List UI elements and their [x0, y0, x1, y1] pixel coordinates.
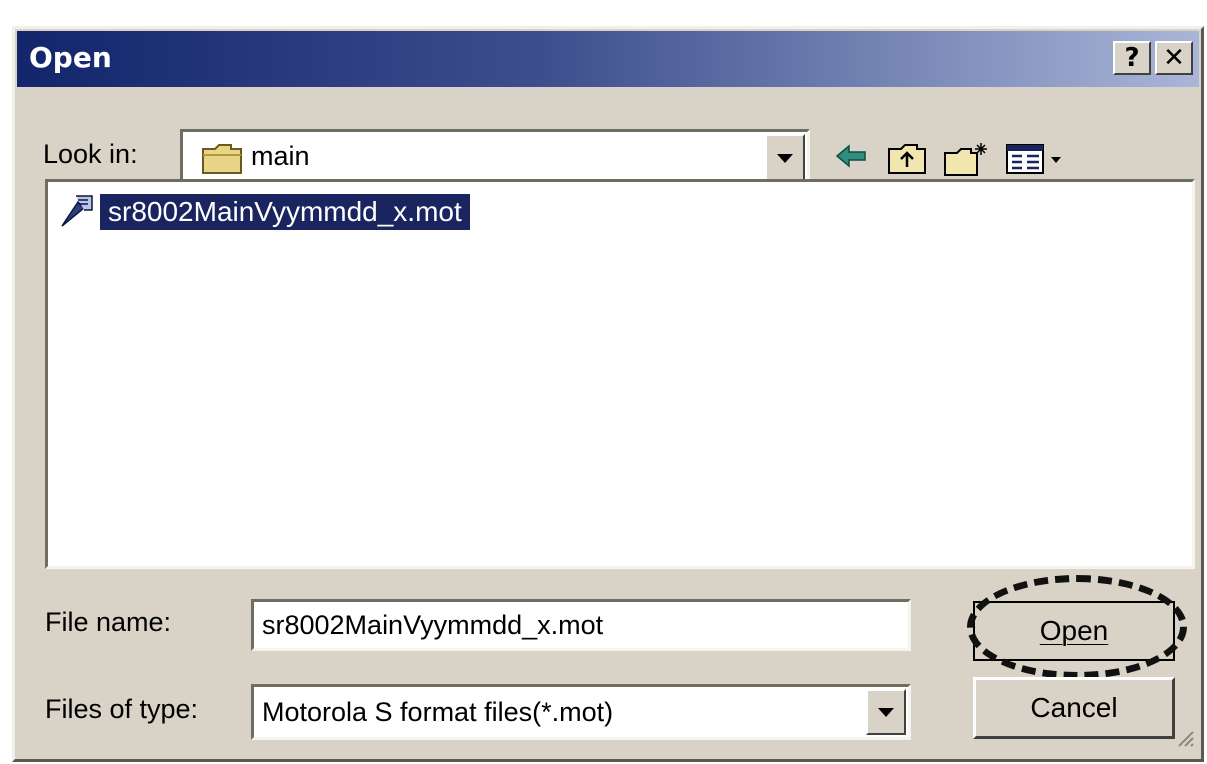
- list-item[interactable]: sr8002MainVyymmdd_x.mot: [58, 192, 470, 232]
- file-list[interactable]: sr8002MainVyymmdd_x.mot: [45, 179, 1195, 569]
- file-type-dropdown-button[interactable]: [866, 689, 906, 735]
- up-one-level-icon[interactable]: [887, 141, 927, 180]
- file-name-value: sr8002MainVyymmdd_x.mot: [262, 610, 604, 640]
- window-title: Open: [29, 41, 112, 74]
- back-arrow-icon[interactable]: [833, 141, 869, 176]
- look-in-dropdown-button[interactable]: [765, 134, 805, 182]
- help-button[interactable]: ?: [1113, 41, 1151, 75]
- mot-file-icon: [58, 190, 98, 235]
- close-button[interactable]: ✕: [1155, 41, 1193, 75]
- cancel-button[interactable]: Cancel: [973, 677, 1175, 739]
- file-name-label: File name:: [45, 607, 172, 637]
- file-type-value: Motorola S format files(*.mot): [262, 697, 614, 727]
- title-bar[interactable]: Open ? ✕: [17, 31, 1199, 87]
- file-type-label: Files of type:: [45, 694, 199, 724]
- chevron-down-icon: [777, 153, 793, 163]
- file-type-select[interactable]: Motorola S format files(*.mot): [251, 684, 911, 740]
- file-name-text: sr8002MainVyymmdd_x.mot: [100, 194, 470, 230]
- highlight-circle: [967, 575, 1187, 679]
- chevron-down-icon: [878, 707, 894, 717]
- cancel-button-label: Cancel: [1030, 692, 1118, 723]
- look-in-value: main: [251, 141, 310, 171]
- resize-grip-icon[interactable]: [1173, 726, 1195, 753]
- open-dialog: Open ? ✕ Look in: main sr8002MainVyymmdd…: [12, 26, 1204, 762]
- view-menu-icon[interactable]: [1005, 141, 1069, 180]
- folder-icon: [201, 141, 243, 180]
- new-folder-icon[interactable]: [943, 141, 989, 182]
- look-in-label: Look in:: [43, 139, 138, 169]
- file-name-field[interactable]: sr8002MainVyymmdd_x.mot: [251, 599, 911, 651]
